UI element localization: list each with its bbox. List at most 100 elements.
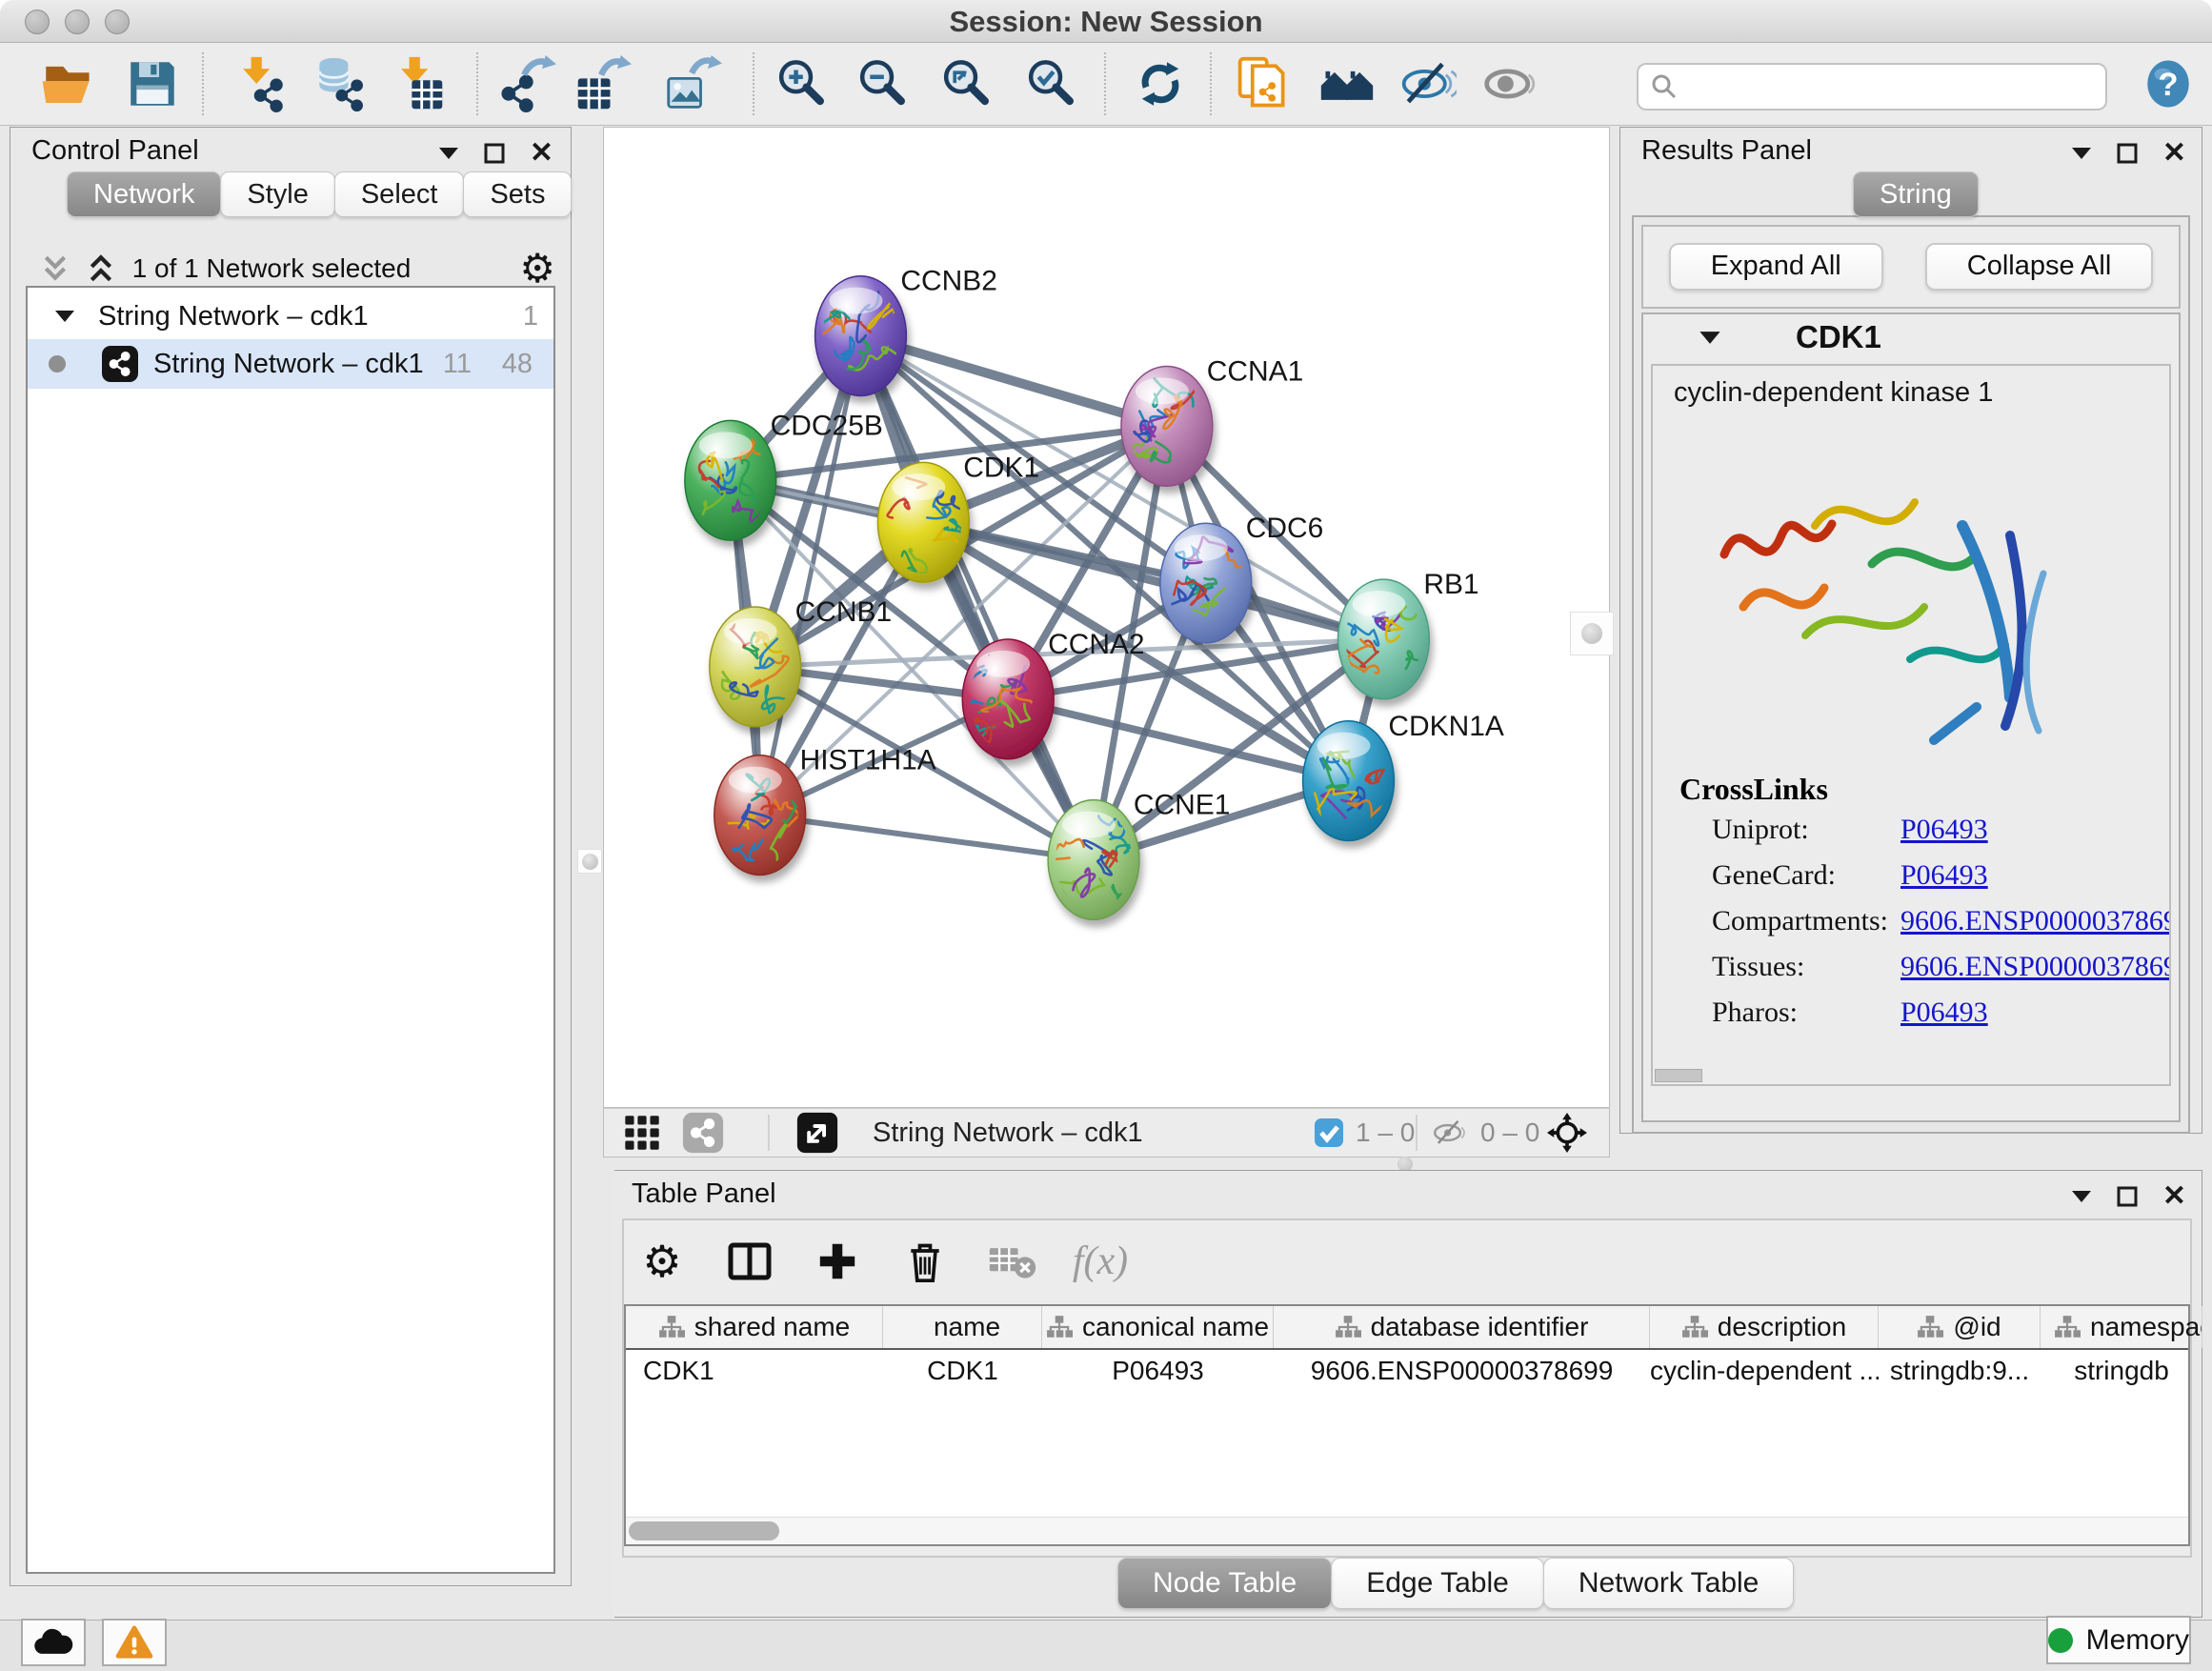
node-ccna1[interactable] bbox=[1121, 367, 1213, 487]
edge-ccnb2-hist1h1a[interactable] bbox=[760, 336, 861, 815]
table-settings-gear-icon[interactable]: ⚙ bbox=[633, 1239, 691, 1283]
node-ccnb2[interactable] bbox=[799, 276, 906, 396]
cell-canonical-name[interactable]: P06493 bbox=[1042, 1356, 1274, 1386]
zoom-selected-button[interactable] bbox=[1020, 53, 1081, 114]
import-table-button[interactable] bbox=[387, 53, 448, 114]
grid-view-button[interactable] bbox=[623, 1109, 661, 1157]
collapse-all-button[interactable]: Collapse All bbox=[1925, 243, 2154, 291]
fit-content-button[interactable] bbox=[935, 53, 996, 114]
tab-sets[interactable]: Sets bbox=[463, 171, 572, 217]
hide-selected-button[interactable] bbox=[1398, 53, 1458, 114]
tab-style[interactable]: Style bbox=[220, 171, 334, 217]
delete-column-button[interactable] bbox=[896, 1238, 954, 1284]
node-ccnb1[interactable] bbox=[710, 607, 801, 727]
hscrollbar-thumb[interactable] bbox=[629, 1521, 779, 1540]
expanded-triangle-icon[interactable] bbox=[1699, 330, 1721, 346]
tab-select[interactable]: Select bbox=[334, 171, 465, 217]
column-header-name[interactable]: name bbox=[883, 1306, 1042, 1348]
network-files-button[interactable] bbox=[1233, 53, 1294, 114]
crosshair-icon bbox=[1547, 1113, 1587, 1153]
network-canvas[interactable]: CCNB2CCNA1CDC25BCDK1CDC6RB1CCNB1CCNA2CDK… bbox=[603, 127, 1610, 1108]
open-session-button[interactable] bbox=[36, 53, 97, 114]
float-panel-icon[interactable] bbox=[2117, 143, 2138, 164]
network-view-button[interactable] bbox=[682, 1109, 724, 1157]
network-collection-row[interactable]: String Network – cdk1 1 bbox=[28, 293, 553, 339]
column-header--id[interactable]: @id bbox=[1879, 1306, 2041, 1348]
save-session-button[interactable] bbox=[122, 53, 183, 114]
node-label-hist1h1a: HIST1H1A bbox=[800, 745, 936, 776]
help-button[interactable]: ? bbox=[2138, 53, 2199, 114]
node-hist1h1a[interactable] bbox=[714, 755, 810, 876]
export-network-button[interactable] bbox=[497, 53, 558, 114]
left-splitter-handle[interactable] bbox=[577, 849, 602, 874]
table-hscrollbar[interactable] bbox=[626, 1517, 2188, 1544]
tab-string[interactable]: String bbox=[1853, 171, 1979, 217]
birdseye-button[interactable] bbox=[1547, 1109, 1587, 1157]
crosslink-uniprot-link[interactable]: P06493 bbox=[1900, 814, 1988, 846]
column-header-database-identifier[interactable]: database identifier bbox=[1274, 1306, 1650, 1348]
tab-edge-table[interactable]: Edge Table bbox=[1331, 1558, 1544, 1609]
export-table-icon bbox=[574, 55, 632, 112]
cell-shared-name[interactable]: CDK1 bbox=[626, 1356, 883, 1386]
crosslink-genecard-link[interactable]: P06493 bbox=[1900, 859, 1988, 892]
cell-database-identifier[interactable]: 9606.ENSP00000378699 bbox=[1274, 1356, 1650, 1386]
node-cdkn1a[interactable] bbox=[1303, 721, 1395, 841]
column-header-shared-name[interactable]: shared name bbox=[626, 1306, 883, 1348]
close-panel-icon[interactable]: ✕ bbox=[2162, 1182, 2186, 1211]
show-all-button[interactable] bbox=[1480, 53, 1541, 114]
export-table-button[interactable] bbox=[573, 53, 633, 114]
results-scrollbar-thumb[interactable] bbox=[1655, 1069, 1702, 1082]
node-cdc6[interactable] bbox=[1160, 523, 1252, 643]
gear-icon[interactable]: ⚙ bbox=[519, 249, 555, 289]
cell-name[interactable]: CDK1 bbox=[883, 1356, 1042, 1386]
node-result-header[interactable]: CDK1 bbox=[1643, 314, 2179, 360]
node-cdc25b[interactable] bbox=[682, 420, 775, 540]
memory-indicator-button[interactable]: Memory bbox=[2046, 1616, 2191, 1664]
expanded-triangle-icon[interactable] bbox=[54, 309, 75, 324]
expand-all-button[interactable]: Expand All bbox=[1669, 243, 1883, 291]
cloud-button[interactable] bbox=[21, 1619, 86, 1666]
right-splitter-handle[interactable] bbox=[1570, 612, 1614, 655]
collapse-panel-icon[interactable] bbox=[2071, 146, 2092, 161]
detach-view-button[interactable] bbox=[796, 1109, 838, 1157]
zoom-out-button[interactable] bbox=[852, 53, 913, 114]
tab-network-table[interactable]: Network Table bbox=[1543, 1558, 1795, 1609]
column-header-canonical-name[interactable]: canonical name bbox=[1042, 1306, 1274, 1348]
cell--id[interactable]: stringdb:9... bbox=[1879, 1356, 2041, 1386]
collapse-panel-icon[interactable] bbox=[438, 146, 459, 161]
cell-namespace[interactable]: stringdb bbox=[2041, 1356, 2202, 1386]
zoom-in-button[interactable] bbox=[771, 53, 832, 114]
node-table: shared namenamecanonical namedatabase id… bbox=[624, 1304, 2190, 1546]
tab-node-table[interactable]: Node Table bbox=[1117, 1558, 1332, 1609]
selected-checkbox-icon[interactable] bbox=[1314, 1117, 1344, 1148]
column-header-description[interactable]: description bbox=[1650, 1306, 1879, 1348]
float-panel-icon[interactable] bbox=[2117, 1186, 2138, 1207]
import-network-button[interactable] bbox=[229, 53, 290, 114]
warnings-button[interactable] bbox=[102, 1619, 167, 1666]
column-header-namespace[interactable]: namespace bbox=[2041, 1306, 2202, 1348]
network-graph[interactable]: CCNB2CCNA1CDC25BCDK1CDC6RB1CCNB1CCNA2CDK… bbox=[604, 128, 1609, 1107]
collapse-panel-icon[interactable] bbox=[2071, 1189, 2092, 1204]
refresh-button[interactable] bbox=[1130, 53, 1191, 114]
add-column-button[interactable] bbox=[809, 1239, 866, 1283]
search-input[interactable] bbox=[1688, 70, 2105, 103]
table-row[interactable]: CDK1CDK1P064939606.ENSP00000378699cyclin… bbox=[626, 1350, 2188, 1392]
edge-hist1h1a-ccne1[interactable] bbox=[760, 815, 1094, 860]
node-ccne1[interactable] bbox=[1048, 800, 1139, 920]
tab-network[interactable]: Network bbox=[67, 171, 221, 217]
show-columns-button[interactable] bbox=[721, 1238, 778, 1284]
houses-button[interactable] bbox=[1317, 53, 1377, 114]
search-box bbox=[1637, 63, 2107, 111]
close-panel-icon[interactable]: ✕ bbox=[2162, 139, 2186, 168]
window-title: Session: New Session bbox=[0, 5, 2212, 39]
network-row-selected[interactable]: String Network – cdk1 11 48 bbox=[28, 339, 553, 389]
close-panel-icon[interactable]: ✕ bbox=[530, 139, 553, 168]
crosslink-tissues-link[interactable]: 9606.ENSP00000378699 bbox=[1900, 951, 2171, 983]
export-image-button[interactable] bbox=[663, 53, 724, 114]
float-panel-icon[interactable] bbox=[484, 143, 505, 164]
cell-description[interactable]: cyclin-dependent ... bbox=[1650, 1356, 1879, 1386]
import-network-from-database-button[interactable] bbox=[309, 53, 370, 114]
node-cdk1[interactable] bbox=[877, 462, 972, 583]
crosslink-pharos-link[interactable]: P06493 bbox=[1900, 997, 1988, 1029]
crosslink-compartments-link[interactable]: 9606.ENSP00000378699 bbox=[1900, 905, 2171, 937]
